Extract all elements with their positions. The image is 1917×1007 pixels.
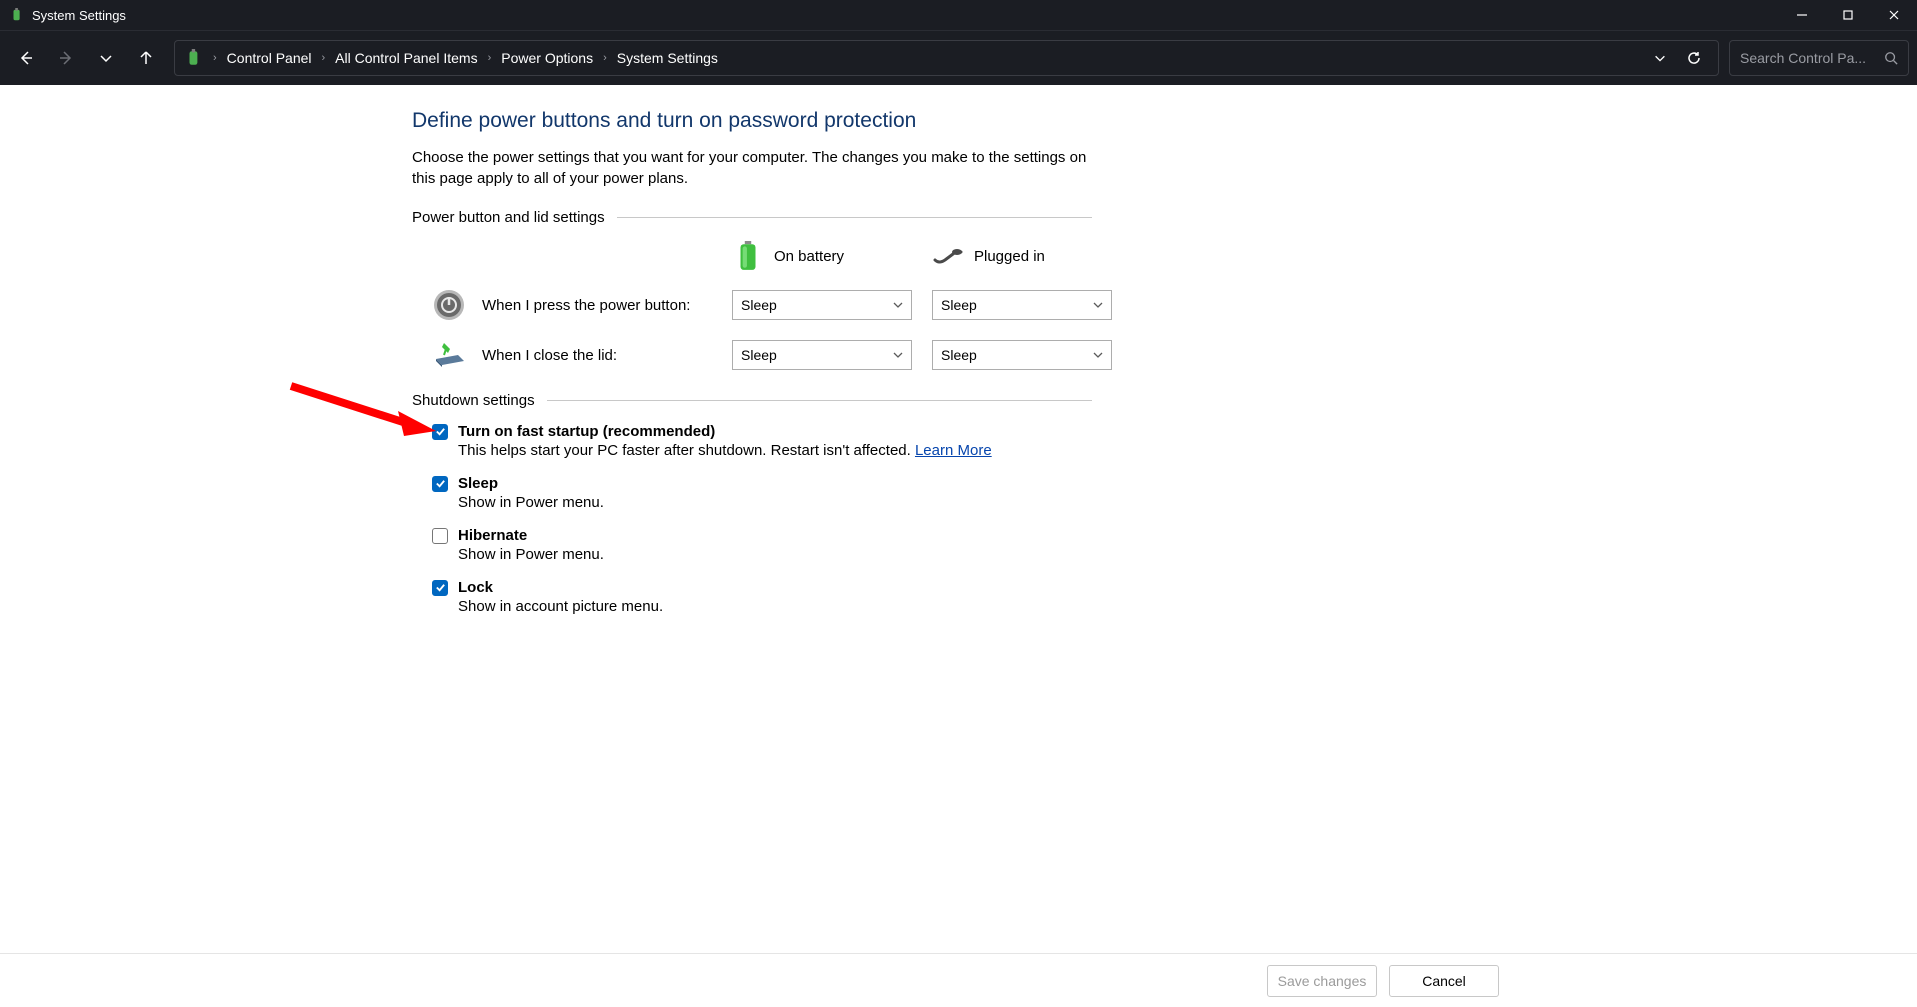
breadcrumb-item[interactable]: Control Panel	[227, 50, 312, 66]
plug-icon	[932, 240, 964, 272]
title-bar: System Settings	[0, 0, 1917, 30]
chevron-down-icon	[1093, 297, 1103, 313]
breadcrumb-item[interactable]: All Control Panel Items	[335, 50, 477, 66]
checkbox-description: Show in Power menu.	[458, 494, 1092, 511]
column-header-plugged: Plugged in	[932, 240, 1112, 272]
window-controls	[1779, 0, 1917, 30]
battery-icon	[732, 240, 764, 272]
checkbox-hibernate[interactable]	[432, 528, 448, 544]
checkbox-description: Show in account picture menu.	[458, 598, 1092, 615]
checkbox-fast-startup[interactable]	[432, 424, 448, 440]
laptop-lid-icon	[432, 338, 466, 372]
page-title: Define power buttons and turn on passwor…	[412, 109, 1092, 133]
chevron-down-icon	[893, 297, 903, 313]
address-dropdown-button[interactable]	[1646, 44, 1674, 72]
section-header-power: Power button and lid settings	[412, 209, 1092, 226]
power-button-icon	[432, 288, 466, 322]
dropdown-power-battery[interactable]: Sleep	[732, 290, 912, 320]
chevron-down-icon	[893, 347, 903, 363]
up-button[interactable]	[128, 40, 164, 76]
breadcrumb-item[interactable]: System Settings	[617, 50, 718, 66]
checkbox-label: Sleep	[458, 475, 498, 492]
checkbox-label: Lock	[458, 579, 493, 596]
option-hibernate: Hibernate Show in Power menu.	[432, 527, 1092, 563]
history-dropdown-button[interactable]	[88, 40, 124, 76]
app-icon	[10, 8, 24, 22]
dropdown-lid-battery[interactable]: Sleep	[732, 340, 912, 370]
forward-button[interactable]	[48, 40, 84, 76]
page-description: Choose the power settings that you want …	[412, 147, 1092, 189]
breadcrumb-item[interactable]: Power Options	[501, 50, 593, 66]
search-placeholder: Search Control Pa...	[1740, 50, 1878, 66]
checkbox-lock[interactable]	[432, 580, 448, 596]
address-bar[interactable]: › Control Panel › All Control Panel Item…	[174, 40, 1719, 76]
checkbox-description: Show in Power menu.	[458, 546, 1092, 563]
address-icon	[185, 49, 203, 67]
row-close-lid: When I close the lid:	[432, 338, 712, 372]
dropdown-lid-plugged[interactable]: Sleep	[932, 340, 1112, 370]
checkbox-sleep[interactable]	[432, 476, 448, 492]
dropdown-power-plugged[interactable]: Sleep	[932, 290, 1112, 320]
search-input[interactable]: Search Control Pa...	[1729, 40, 1909, 76]
option-fast-startup: Turn on fast startup (recommended) This …	[432, 423, 1092, 459]
cancel-button[interactable]: Cancel	[1389, 965, 1499, 997]
option-lock: Lock Show in account picture menu.	[432, 579, 1092, 615]
window-title: System Settings	[32, 8, 1779, 23]
content-area: Define power buttons and turn on passwor…	[0, 85, 1917, 1007]
column-header-battery: On battery	[732, 240, 912, 272]
close-button[interactable]	[1871, 0, 1917, 30]
chevron-right-icon: ›	[318, 52, 330, 64]
checkbox-description: This helps start your PC faster after sh…	[458, 442, 1092, 459]
back-button[interactable]	[8, 40, 44, 76]
chevron-right-icon: ›	[209, 52, 221, 64]
section-header-shutdown: Shutdown settings	[412, 392, 1092, 409]
nav-bar: › Control Panel › All Control Panel Item…	[0, 30, 1917, 85]
chevron-right-icon: ›	[599, 52, 611, 64]
learn-more-link[interactable]: Learn More	[915, 442, 992, 459]
minimize-button[interactable]	[1779, 0, 1825, 30]
save-button[interactable]: Save changes	[1267, 965, 1377, 997]
checkbox-label: Turn on fast startup (recommended)	[458, 423, 715, 440]
option-sleep: Sleep Show in Power menu.	[432, 475, 1092, 511]
chevron-down-icon	[1093, 347, 1103, 363]
chevron-right-icon: ›	[484, 52, 496, 64]
footer: Save changes Cancel	[0, 953, 1917, 1007]
row-power-button: When I press the power button:	[432, 288, 712, 322]
maximize-button[interactable]	[1825, 0, 1871, 30]
checkbox-label: Hibernate	[458, 527, 527, 544]
refresh-button[interactable]	[1680, 44, 1708, 72]
search-icon	[1884, 51, 1898, 65]
